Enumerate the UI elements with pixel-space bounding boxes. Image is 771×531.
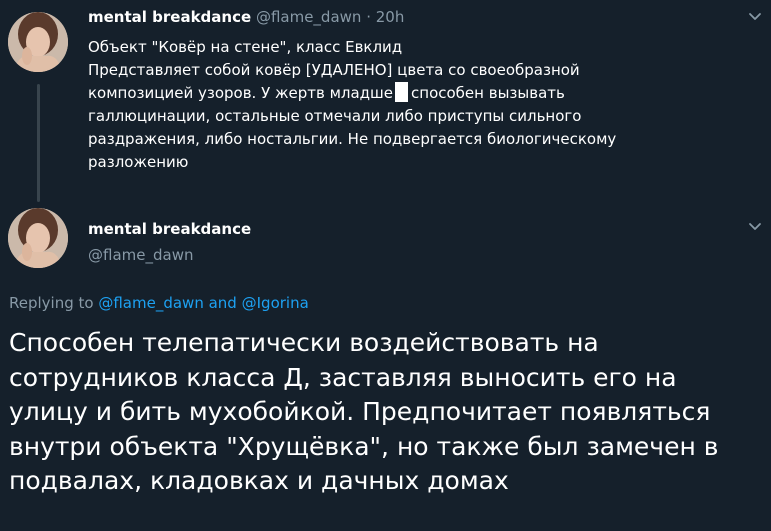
profile-photo-icon (8, 208, 68, 268)
main-tweet-text: Способен телепатически воздействовать на… (9, 326, 769, 499)
text-segment: композицией узоров. У жертв младше (88, 84, 394, 102)
text-line: композицией узоров. У жертв младше способ… (88, 82, 728, 105)
thread-line (37, 84, 40, 202)
author-name[interactable]: mental breakdance (88, 218, 251, 240)
text-line: сотрудников класса Д, заставляя выносить… (9, 362, 677, 392)
text-line: Представляет собой ковёр [УДАЛЕНО] цвета… (88, 61, 580, 79)
text-line: Способен телепатически воздействовать на (9, 328, 599, 357)
reply-user-link[interactable]: @Igorina (242, 294, 309, 312)
text-line: Объект "Ковёр на стене", класс Евклид (88, 38, 403, 56)
profile-photo-icon (8, 12, 68, 72)
replying-to: Replying to @flame_dawn and @Igorina (9, 292, 309, 314)
parent-tweet-text: Объект "Ковёр на стене", класс Евклид Пр… (88, 36, 728, 174)
avatar[interactable] (8, 12, 68, 72)
separator-dot: · (366, 8, 371, 26)
replying-label: Replying to (9, 294, 94, 312)
text-line: улицу и бить мухобойкой. Предпочитает по… (9, 397, 711, 426)
avatar[interactable] (8, 208, 68, 268)
chevron-down-icon[interactable] (746, 8, 764, 26)
text-segment: способен вызывать (411, 84, 565, 102)
parent-tweet-header: mental breakdance @flame_dawn · 20h (88, 7, 404, 27)
author-handle: @flame_dawn (255, 8, 362, 26)
text-line: разложению (88, 153, 189, 171)
author-name[interactable]: mental breakdance (88, 8, 251, 26)
chevron-down-icon[interactable] (746, 218, 764, 236)
reply-user-link[interactable]: @flame_dawn (98, 294, 203, 312)
text-line: внутри объекта "Хрущёвка", но также был … (9, 431, 719, 461)
text-line: галлюцинации, остальные отмечали либо пр… (88, 107, 582, 125)
tweet-timestamp[interactable]: 20h (376, 8, 405, 26)
author-handle: @flame_dawn (88, 246, 194, 264)
redaction-block (395, 82, 409, 102)
text-line: раздражения, либо ностальгии. Не подверг… (88, 130, 617, 148)
reply-and-text[interactable]: and (209, 294, 237, 312)
text-line: подвалах, кладовках и дачных домах (9, 466, 509, 495)
